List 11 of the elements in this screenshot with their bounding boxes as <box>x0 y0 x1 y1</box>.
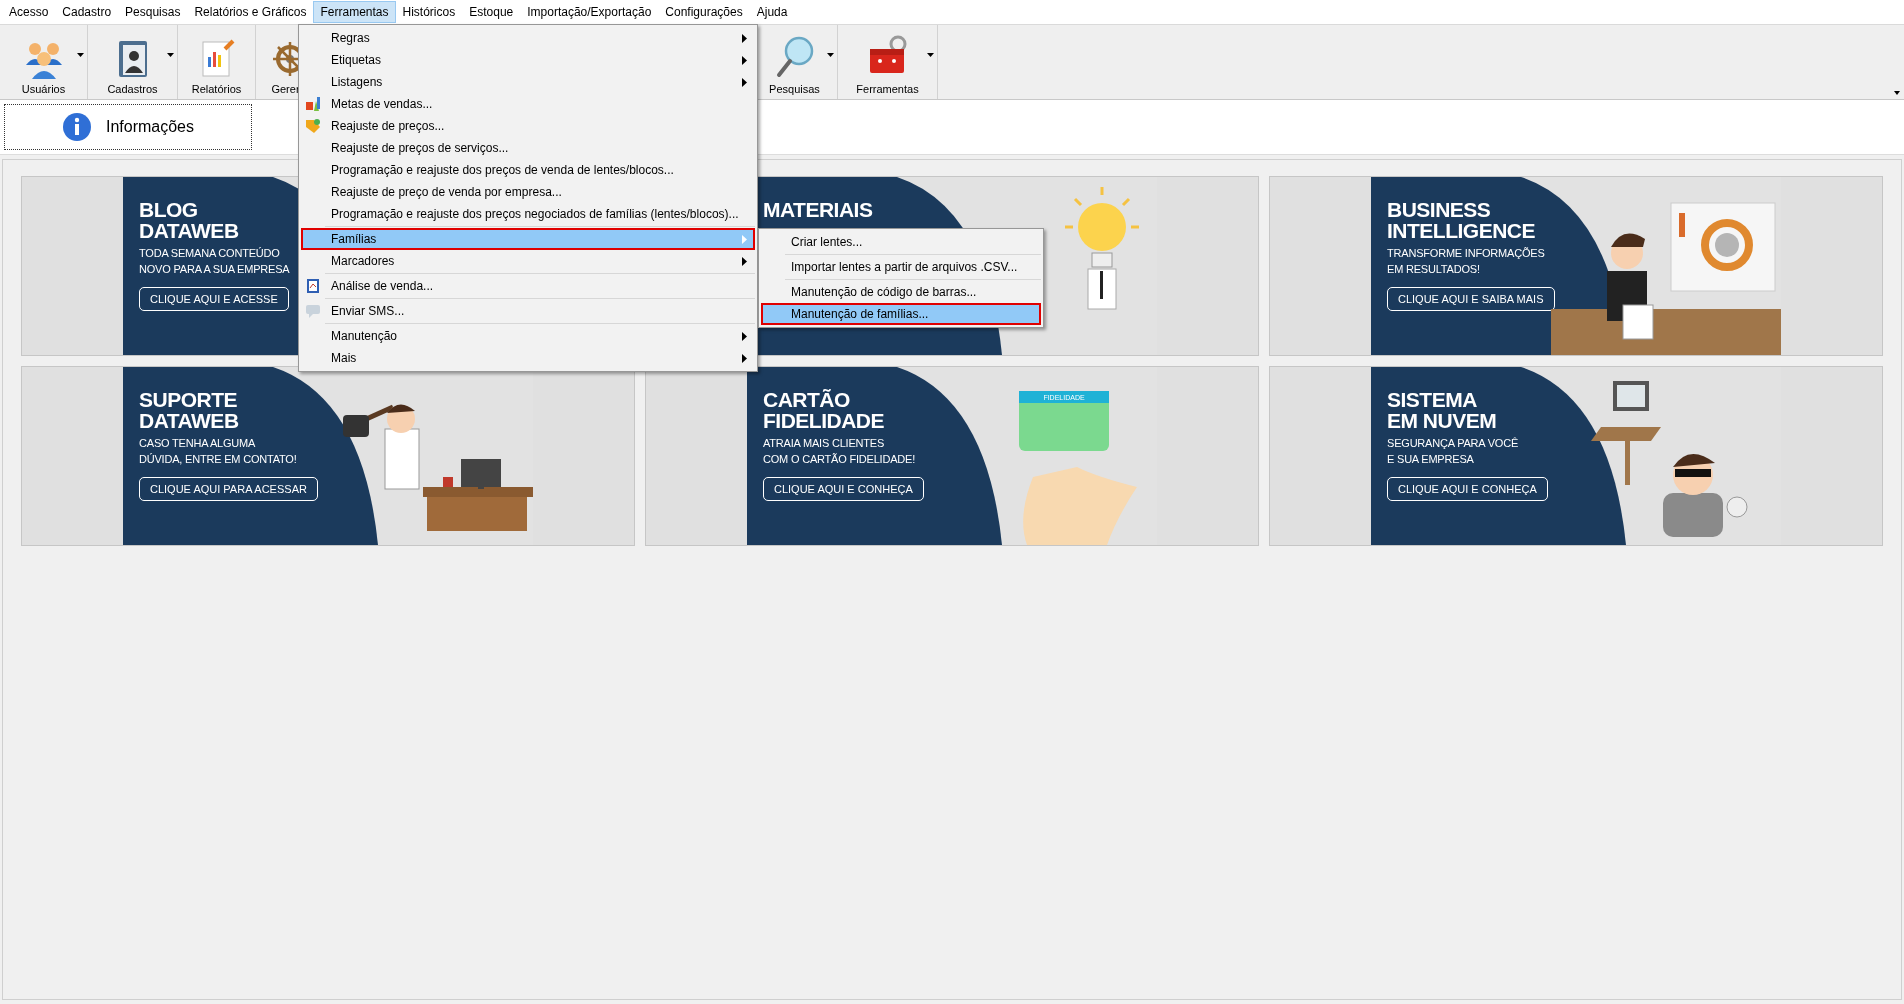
banner-title: SISTEMA EM NUVEM <box>1387 389 1497 431</box>
banner-subtitle: SEGURANÇA PARA VOCÊ E SUA EMPRESA <box>1387 436 1519 467</box>
banner-title: SUPORTE DATAWEB <box>139 389 239 431</box>
banner-subtitle: TRANSFORME INFORMAÇÕES EM RESULTADOS! <box>1387 246 1545 277</box>
banner-title: MATERIAIS <box>763 199 873 220</box>
banner-title: BLOG DATAWEB <box>139 199 239 241</box>
banner-subtitle: CASO TENHA ALGUMA DÚVIDA, ENTRE EM CONTATO! <box>139 436 297 467</box>
banner-title: CARTÃO FIDELIDADE <box>763 389 884 431</box>
banner-subtitle: TODA SEMANA CONTEÚDO NOVO PARA A SUA EMPRESA <box>139 246 290 277</box>
banner-title: BUSINESS INTELLIGENCE <box>1387 199 1535 241</box>
banner-subtitle: ATRAIA MAIS CLIENTES COM O CARTÃO FIDELIDADE! <box>763 436 916 467</box>
